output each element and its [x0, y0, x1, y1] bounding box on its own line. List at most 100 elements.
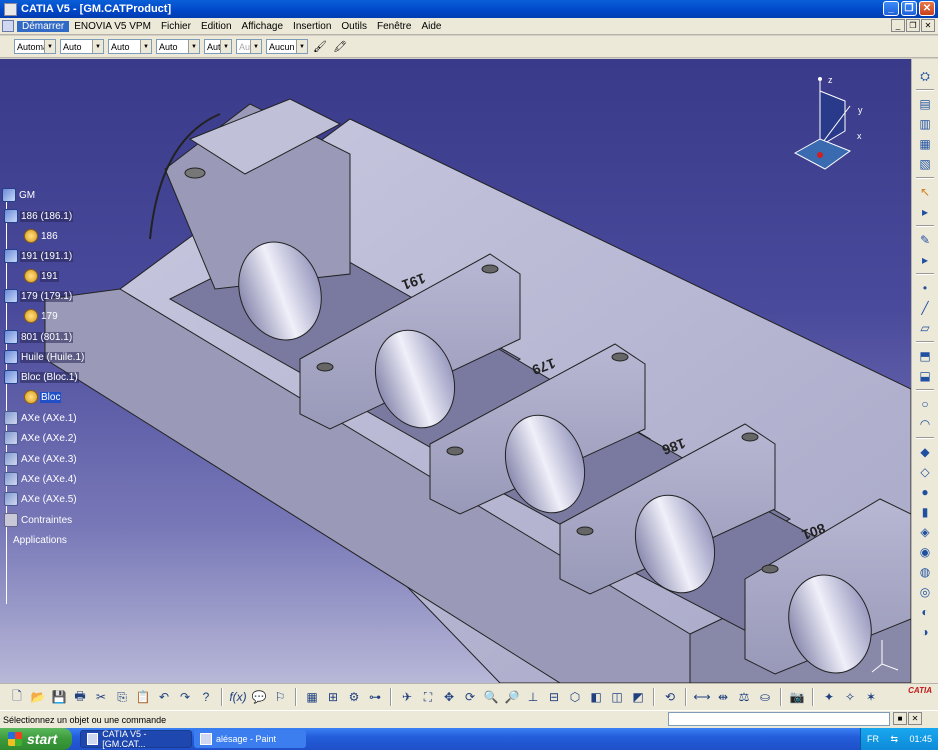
sweep-icon[interactable]: ◇ — [916, 463, 934, 481]
taskbar-catia[interactable]: CATIA V5 - [GM.CAT... — [80, 729, 192, 749]
line-icon[interactable]: ╱ — [916, 299, 934, 317]
trim-icon[interactable]: ◑ — [916, 623, 934, 641]
painter-icon[interactable]: 🖌 — [312, 39, 328, 55]
tree-node-191-part[interactable]: 191 — [24, 268, 59, 284]
manipulation-icon[interactable]: ⚙ — [345, 688, 363, 706]
color-combo[interactable]: Automa▼ — [14, 39, 56, 54]
whats-this-icon[interactable]: ? — [197, 688, 215, 706]
undo-icon[interactable]: ↶ — [155, 688, 173, 706]
normal-view-icon[interactable]: ⊥ — [524, 688, 542, 706]
render-icon[interactable]: ✦ — [820, 688, 838, 706]
status-stop-button[interactable]: ■ — [893, 712, 907, 725]
join-icon[interactable]: ◎ — [916, 583, 934, 601]
transparency-combo[interactable]: Auto ▼ — [60, 39, 104, 54]
capture-icon[interactable]: 📷 — [788, 688, 806, 706]
cut-icon[interactable]: ✂ — [92, 688, 110, 706]
doc-restore-button[interactable]: ❐ — [906, 19, 920, 32]
redo-icon[interactable]: ↷ — [176, 688, 194, 706]
menu-affichage[interactable]: Affichage — [237, 21, 289, 32]
expand-arrow-icon[interactable]: ▸ — [916, 251, 934, 269]
tree-node-applications[interactable]: Applications — [12, 532, 68, 548]
tree-node-axe-4[interactable]: AXe (AXe.4) — [4, 471, 78, 487]
tree-node-191-instance[interactable]: 191 (191.1) — [4, 248, 74, 264]
doc-minimize-button[interactable]: _ — [891, 19, 905, 32]
tree-node-801-instance[interactable]: 801 (801.1) — [4, 329, 74, 345]
graph-tree-icon[interactable]: ⊞ — [324, 688, 342, 706]
tree-node-186-instance[interactable]: 186 (186.1) — [4, 208, 74, 224]
scene-icon[interactable]: ✧ — [841, 688, 859, 706]
properties-icon[interactable]: 🖍 — [332, 39, 348, 55]
iso-view-icon[interactable]: ⬡ — [566, 688, 584, 706]
language-indicator[interactable]: FR — [867, 734, 879, 744]
zoom-out-icon[interactable]: 🔎 — [503, 688, 521, 706]
catalog-icon[interactable]: ▦ — [303, 688, 321, 706]
pan-icon[interactable]: ✥ — [440, 688, 458, 706]
document-icon[interactable] — [2, 20, 14, 32]
taskbar-paint[interactable]: alésage - Paint — [194, 730, 306, 748]
replace-component-icon[interactable]: ▧ — [916, 155, 934, 173]
sketcher-icon[interactable]: ✎ — [916, 231, 934, 249]
maximize-button[interactable]: ❐ — [901, 1, 917, 16]
tree-node-contraintes[interactable]: Contraintes — [4, 512, 73, 528]
open-folder-icon[interactable]: 📂 — [29, 688, 47, 706]
measure-between-icon[interactable]: ⟷ — [693, 688, 711, 706]
tree-node-axe-5[interactable]: AXe (AXe.5) — [4, 491, 78, 507]
line-thickness-combo[interactable]: Auto ▼ — [108, 39, 152, 54]
circle-icon[interactable]: ○ — [916, 395, 934, 413]
expand-arrow-icon[interactable]: ▸ — [916, 203, 934, 221]
select-arrow-icon[interactable]: ↖ — [916, 183, 934, 201]
tree-node-axe-1[interactable]: AXe (AXe.1) — [4, 410, 78, 426]
new-component-icon[interactable]: ▥ — [916, 115, 934, 133]
comment-icon[interactable]: 💬 — [250, 688, 268, 706]
chevron-down-icon[interactable]: ▼ — [140, 40, 151, 53]
measure-inertia-icon[interactable]: ⚖ — [735, 688, 753, 706]
swap-space-icon[interactable]: ◩ — [629, 688, 647, 706]
point-type-combo[interactable]: Aut ▼ — [204, 39, 232, 54]
menu-enovia[interactable]: ENOVIA V5 VPM — [69, 21, 156, 32]
existing-component-icon[interactable]: ▤ — [916, 95, 934, 113]
menu-demarrer[interactable]: Démarrer — [17, 20, 70, 32]
offset-icon[interactable]: ◍ — [916, 563, 934, 581]
material-icon[interactable]: ⛀ — [756, 688, 774, 706]
save-icon[interactable]: 💾 — [50, 688, 68, 706]
extrapolate-icon[interactable]: ◐ — [916, 603, 934, 621]
doc-close-button[interactable]: ✕ — [921, 19, 935, 32]
fly-mode-icon[interactable]: ✈ — [398, 688, 416, 706]
print-icon[interactable]: 🖶 — [71, 688, 89, 706]
measure-item-icon[interactable]: ⇹ — [714, 688, 732, 706]
plane-icon[interactable]: ▱ — [916, 319, 934, 337]
new-product-icon[interactable]: ▦ — [916, 135, 934, 153]
tree-node-179-instance[interactable]: 179 (179.1) — [4, 288, 74, 304]
paste-icon[interactable]: 📋 — [134, 688, 152, 706]
chevron-down-icon[interactable]: ▼ — [220, 40, 231, 53]
fit-all-icon[interactable]: ⛶ — [419, 688, 437, 706]
shading-icon[interactable]: ◧ — [587, 688, 605, 706]
product-structure-icon[interactable]: ⛭ — [916, 67, 934, 85]
tree-node-axe-3[interactable]: AXe (AXe.3) — [4, 451, 78, 467]
network-icon[interactable]: ⇆ — [890, 734, 898, 745]
3d-viewport[interactable]: 191 179 186 801 z y x GM 186 (186.1) 186… — [0, 59, 911, 683]
tree-node-bloc-part[interactable]: Bloc — [24, 389, 62, 405]
chevron-down-icon[interactable]: ▼ — [188, 40, 199, 53]
rotate-icon[interactable]: ⟳ — [461, 688, 479, 706]
knowledge-icon[interactable]: ⚐ — [271, 688, 289, 706]
compass-icon[interactable]: z y x — [790, 71, 870, 181]
menu-edition[interactable]: Edition — [196, 21, 237, 32]
hide-show-icon[interactable]: ◫ — [608, 688, 626, 706]
snap-icon[interactable]: ⊶ — [366, 688, 384, 706]
menu-fenetre[interactable]: Fenêtre — [372, 21, 416, 32]
surface-icon[interactable]: ◆ — [916, 443, 934, 461]
formula-icon[interactable]: f(x) — [229, 688, 247, 706]
tree-node-179-part[interactable]: 179 — [24, 308, 59, 324]
copy-icon[interactable]: ⎘ — [113, 688, 131, 706]
cylinder-icon[interactable]: ▮ — [916, 503, 934, 521]
light-icon[interactable]: ✶ — [862, 688, 880, 706]
update-icon[interactable]: ⟲ — [661, 688, 679, 706]
layer-combo[interactable]: Aucun ▼ — [266, 39, 308, 54]
line-type-combo[interactable]: Auto ▼ — [156, 39, 200, 54]
tree-node-186-part[interactable]: 186 — [24, 228, 59, 244]
chevron-down-icon[interactable]: ▼ — [92, 40, 103, 53]
arc-icon[interactable]: ◠ — [916, 415, 934, 433]
minimize-button[interactable]: _ — [883, 1, 899, 16]
tree-node-huile-instance[interactable]: Huile (Huile.1) — [4, 349, 86, 365]
